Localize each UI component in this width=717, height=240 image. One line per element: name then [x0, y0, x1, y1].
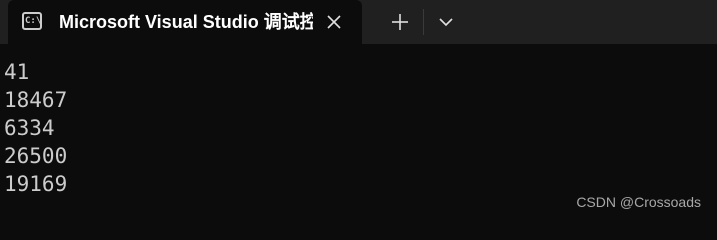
- watermark: CSDN @Crossoads: [576, 194, 701, 210]
- terminal-window: C:\ Microsoft Visual Studio 调试控制台 41: [0, 0, 717, 219]
- console-line: 18467: [4, 88, 68, 112]
- tab-divider: [423, 9, 424, 35]
- close-icon[interactable]: [323, 11, 345, 33]
- terminal-icon-text: C:\: [25, 16, 42, 26]
- terminal-icon: C:\: [22, 12, 42, 30]
- plus-icon[interactable]: [388, 10, 412, 34]
- console-line: 19169: [4, 172, 68, 196]
- console-line: 41: [4, 60, 30, 84]
- tab-bar: C:\ Microsoft Visual Studio 调试控制台: [0, 0, 717, 44]
- console-line: 6334: [4, 116, 55, 140]
- console-line: 26500: [4, 144, 68, 168]
- chevron-down-icon[interactable]: [434, 10, 458, 34]
- tab-active[interactable]: C:\ Microsoft Visual Studio 调试控制台: [8, 0, 362, 44]
- tab-title: Microsoft Visual Studio 调试控制台: [59, 12, 313, 32]
- console-output: 41 18467 6334 26500 19169: [4, 58, 67, 198]
